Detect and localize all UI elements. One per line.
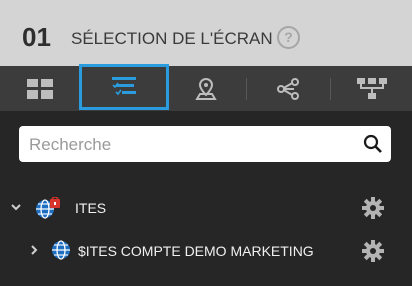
chevron-down-icon[interactable]: [10, 201, 22, 213]
chevron-right-icon[interactable]: [28, 244, 40, 256]
hierarchy-icon: [356, 77, 387, 99]
gear-icon[interactable]: [361, 239, 385, 263]
tab-network-view[interactable]: [247, 66, 329, 111]
page-title: SÉLECTION DE L'ÉCRAN: [71, 29, 273, 48]
checklist-filter-icon: [112, 77, 136, 96]
tab-grid-view[interactable]: [0, 66, 79, 111]
view-toolbar: [0, 64, 412, 111]
step-number: 01: [22, 22, 51, 52]
help-icon[interactable]: ?: [277, 26, 300, 49]
tab-map-view[interactable]: [169, 66, 243, 111]
screen-header: 01 SÉLECTION DE L'ÉCRAN ?: [0, 0, 412, 66]
share-nodes-icon: [277, 77, 299, 100]
tree-item-label: ITES: [75, 200, 107, 216]
globe-locked-icon: [36, 197, 60, 219]
tree-row[interactable]: ITES: [0, 193, 412, 223]
tree-row[interactable]: $ITES COMPTE DEMO MARKETING: [0, 236, 412, 266]
map-pin-icon: [195, 77, 217, 100]
search-field[interactable]: Recherche: [19, 126, 391, 162]
search-icon[interactable]: [363, 134, 383, 154]
tab-hierarchy-view[interactable]: [331, 66, 412, 111]
tab-list-view[interactable]: [79, 64, 169, 110]
grid-icon: [26, 78, 53, 99]
gear-icon[interactable]: [361, 196, 385, 220]
tree-item-label: $ITES COMPTE DEMO MARKETING: [78, 243, 314, 259]
search-input[interactable]: Recherche: [29, 135, 111, 155]
globe-icon: [52, 240, 70, 260]
